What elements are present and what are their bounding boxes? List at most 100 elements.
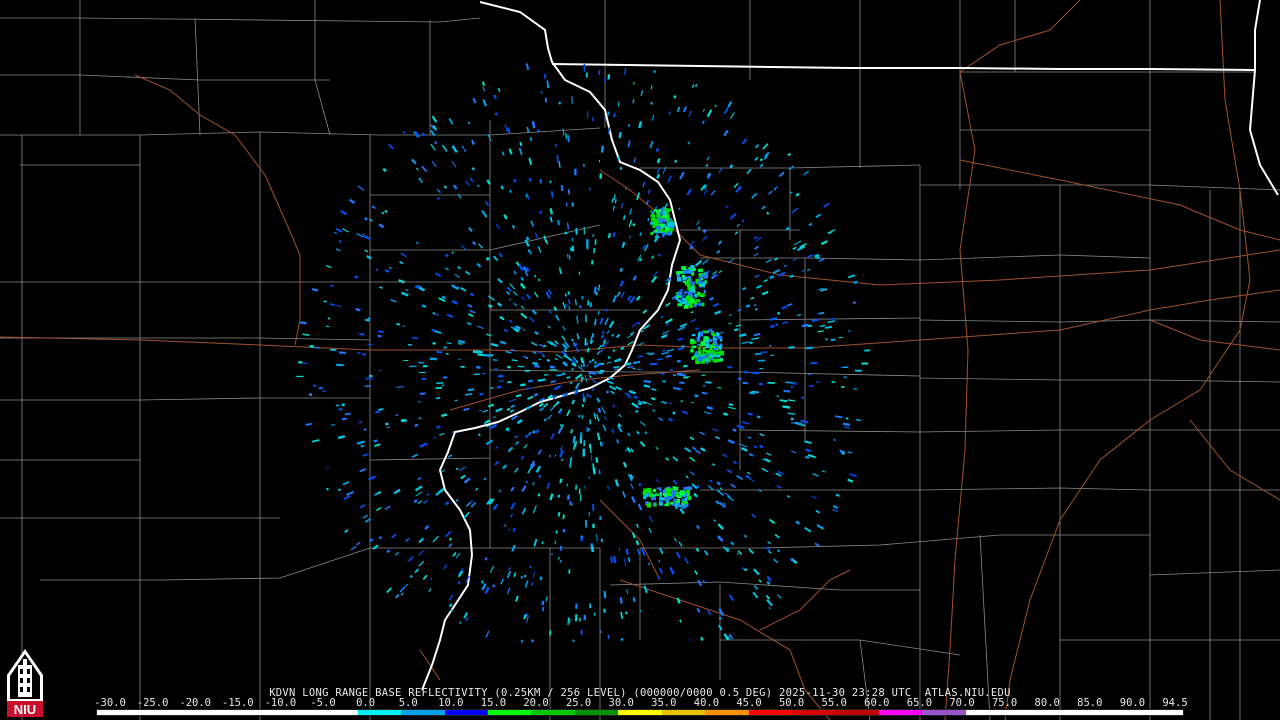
echo-pixel: [432, 312, 436, 315]
echo-pixel: [529, 565, 532, 569]
echo-pixel: [586, 347, 590, 353]
echo-pixel: [657, 575, 660, 579]
echo-pixel: [600, 145, 604, 153]
logo-text: NIU: [14, 702, 36, 717]
echo-pixel: [525, 63, 530, 71]
echo-pixel: [596, 533, 598, 542]
echo-pixel: [588, 371, 597, 375]
echo-core-pixel: [683, 487, 687, 491]
scale-swatch: [487, 710, 532, 715]
echo-pixel: [759, 444, 764, 449]
echo-pixel: [419, 392, 426, 395]
scale-swatch: [705, 710, 749, 715]
echo-pixel: [539, 210, 542, 215]
scale-swatch: [357, 710, 402, 715]
echo-pixel: [569, 500, 572, 506]
echo-pixel: [728, 403, 734, 407]
echo-pixel: [790, 558, 794, 562]
echo-pixel: [531, 430, 536, 434]
echo-core-pixel: [669, 218, 673, 223]
echo-pixel: [556, 374, 563, 377]
echo-pixel: [589, 419, 592, 425]
echo-pixel: [618, 547, 621, 552]
echo-pixel: [742, 286, 747, 291]
echo-pixel: [674, 159, 678, 164]
echo-core-pixel: [675, 503, 678, 509]
echo-pixel: [533, 392, 539, 397]
echo-pixel: [566, 222, 570, 230]
echo-pixel: [549, 365, 556, 369]
echo-core-pixel: [683, 501, 689, 505]
echo-pixel: [705, 381, 712, 384]
echo-pixel: [598, 469, 601, 475]
echo-core-pixel: [662, 207, 665, 212]
echo-pixel: [678, 207, 681, 211]
echo-pixel: [429, 357, 437, 361]
echo-pixel: [618, 131, 622, 139]
echo-pixel: [513, 179, 517, 183]
scale-swatch: [574, 710, 619, 715]
echo-pixel: [570, 429, 573, 434]
scale-label: 94.5: [1162, 697, 1188, 709]
echo-pixel: [402, 131, 406, 135]
echo-pixel: [824, 325, 833, 329]
echo-pixel: [743, 534, 748, 538]
echo-pixel: [612, 556, 617, 564]
echo-pixel: [562, 361, 567, 365]
echo-pixel: [436, 382, 444, 385]
echo-core-pixel: [659, 220, 663, 224]
scale-label: 0.0: [356, 697, 376, 709]
echo-core-pixel: [654, 222, 659, 226]
echo-pixel: [435, 396, 441, 400]
echo-core-pixel: [680, 301, 685, 304]
echo-pixel: [543, 73, 547, 80]
echo-pixel: [653, 70, 656, 74]
echo-pixel: [559, 424, 562, 427]
echo-pixel: [732, 428, 737, 432]
echo-core-pixel: [668, 231, 671, 235]
echo-core-pixel: [713, 348, 717, 351]
echo-pixel: [681, 344, 685, 348]
scale-swatch: [444, 710, 488, 715]
echo-pixel: [562, 514, 565, 520]
scale-swatch: [1096, 710, 1140, 715]
echo-pixel: [520, 639, 524, 643]
echo-core-pixel: [697, 292, 702, 297]
echo-core-pixel: [702, 349, 705, 354]
echo-pixel: [338, 351, 346, 354]
echo-core-pixel: [676, 276, 681, 282]
echo-pixel: [537, 493, 541, 497]
echo-pixel: [783, 389, 791, 393]
echo-core-pixel: [690, 341, 694, 345]
echo-pixel: [637, 401, 642, 406]
echo-pixel: [413, 499, 418, 504]
echo-pixel: [635, 540, 640, 546]
echo-pixel: [485, 257, 490, 261]
echo-pixel: [753, 333, 761, 337]
echo-pixel: [619, 267, 624, 273]
echo-pixel: [650, 101, 653, 105]
echo-core-pixel: [690, 348, 694, 353]
echo-pixel: [420, 180, 423, 183]
echo-pixel: [656, 357, 663, 361]
echo-pixel: [658, 560, 661, 563]
echo-pixel: [375, 268, 379, 272]
echo-core-pixel: [712, 332, 715, 337]
echo-core-pixel: [681, 266, 687, 271]
echo-pixel: [407, 343, 412, 346]
echo-pixel: [753, 304, 757, 307]
echo-pixel: [542, 354, 545, 358]
echo-pixel: [733, 328, 739, 332]
echo-pixel: [360, 444, 365, 448]
echo-pixel: [622, 215, 626, 220]
echo-pixel: [756, 415, 761, 419]
scale-swatch: [183, 710, 228, 715]
echo-core-pixel: [665, 488, 670, 493]
echo-pixel: [754, 308, 758, 311]
echo-pixel: [566, 253, 569, 259]
echo-core-pixel: [645, 501, 649, 505]
scale-swatch: [1009, 710, 1053, 715]
echo-pixel: [779, 399, 788, 403]
echo-pixel: [508, 566, 511, 571]
echo-core-pixel: [718, 358, 723, 362]
